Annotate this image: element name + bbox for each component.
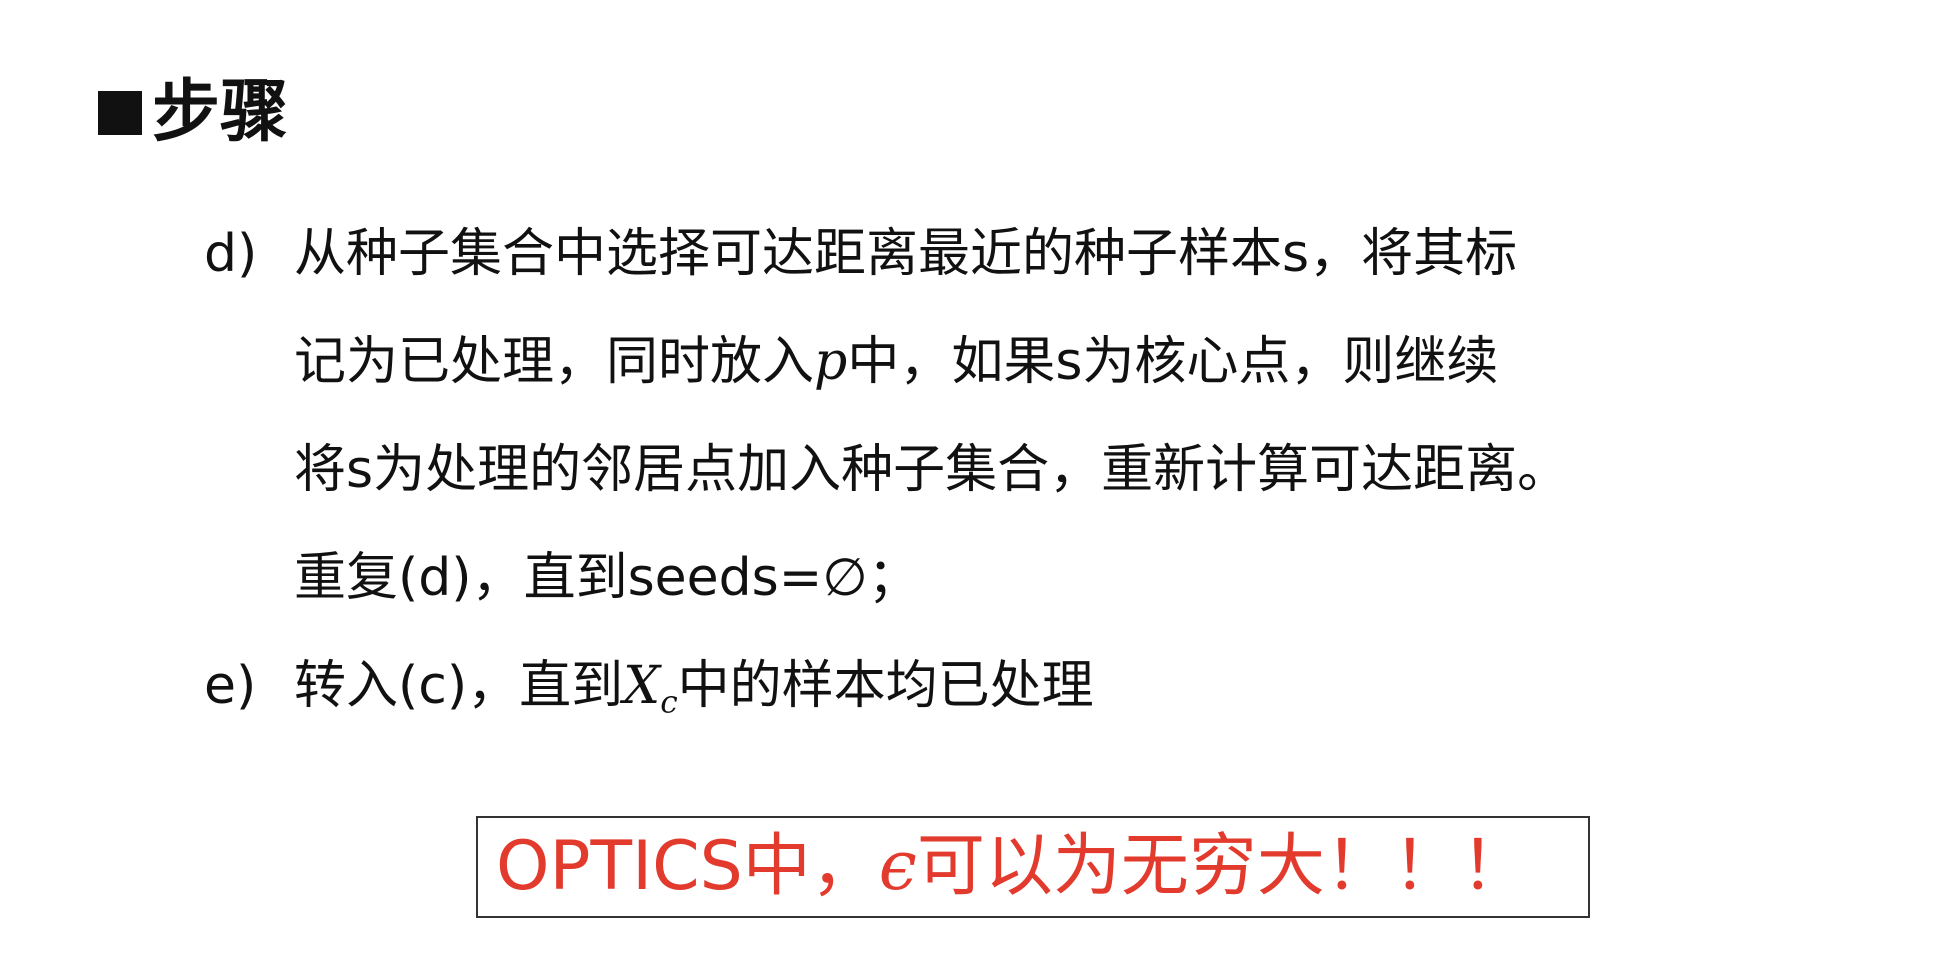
text-segment: 重复(d)，直到seeds=∅； [294,548,920,608]
slide-heading: 步骤 [98,68,288,158]
text-segment: 将s为处理的邻居点加入种子集合，重新计算可达距离。 [294,440,1570,500]
math-symbol: p [814,332,847,392]
heading-title: 步骤 [152,73,289,152]
step-item: d) 从种子集合中选择可达距离最近的种子样本s，将其标 记为已处理，同时放入p中，如… [204,200,1764,632]
text-segment: 从种子集合中选择可达距离最近的种子样本s，将其标 [294,224,1518,284]
math-symbol: Xc [623,656,678,720]
note-text-before: OPTICS中， [496,827,879,906]
note-text-after: 可以为无穷大！！！ [916,827,1529,906]
step-text: 转入(c)，直到Xc中的样本均已处理 [294,632,1764,740]
text-segment: 中，如果s为核心点，则继续 [847,332,1499,392]
black-square-bullet-icon [98,91,142,135]
step-line: 从种子集合中选择可达距离最近的种子样本s，将其标 [294,200,1764,308]
step-text: 从种子集合中选择可达距离最近的种子样本s，将其标 记为已处理，同时放入p中，如果s… [294,200,1764,632]
text-segment: 记为已处理，同时放入 [294,332,815,392]
step-line: 重复(d)，直到seeds=∅； [294,524,1764,632]
text-segment: 中的样本均已处理 [677,656,1094,716]
step-marker: d) [204,224,258,284]
math-variable: X [623,656,661,716]
step-line: 转入(c)，直到Xc中的样本均已处理 [294,632,1764,740]
step-line: 记为已处理，同时放入p中，如果s为核心点，则继续 [294,308,1764,416]
step-item: e) 转入(c)，直到Xc中的样本均已处理 [204,632,1764,740]
note-box: OPTICS中， ϵ 可以为无穷大！！！ [476,816,1590,918]
text-segment: 转入(c)，直到 [294,656,624,716]
math-variable: p [814,332,848,392]
step-line: 将s为处理的邻居点加入种子集合，重新计算可达距离。 [294,416,1764,524]
step-marker: e) [204,656,257,716]
epsilon-symbol: ϵ [878,827,917,906]
slide: 步骤 d) 从种子集合中选择可达距离最近的种子样本s，将其标 记为已处理，同时放入p… [0,0,1954,972]
step-list: d) 从种子集合中选择可达距离最近的种子样本s，将其标 记为已处理，同时放入p中，如… [204,200,1764,740]
math-subscript: c [660,684,678,721]
